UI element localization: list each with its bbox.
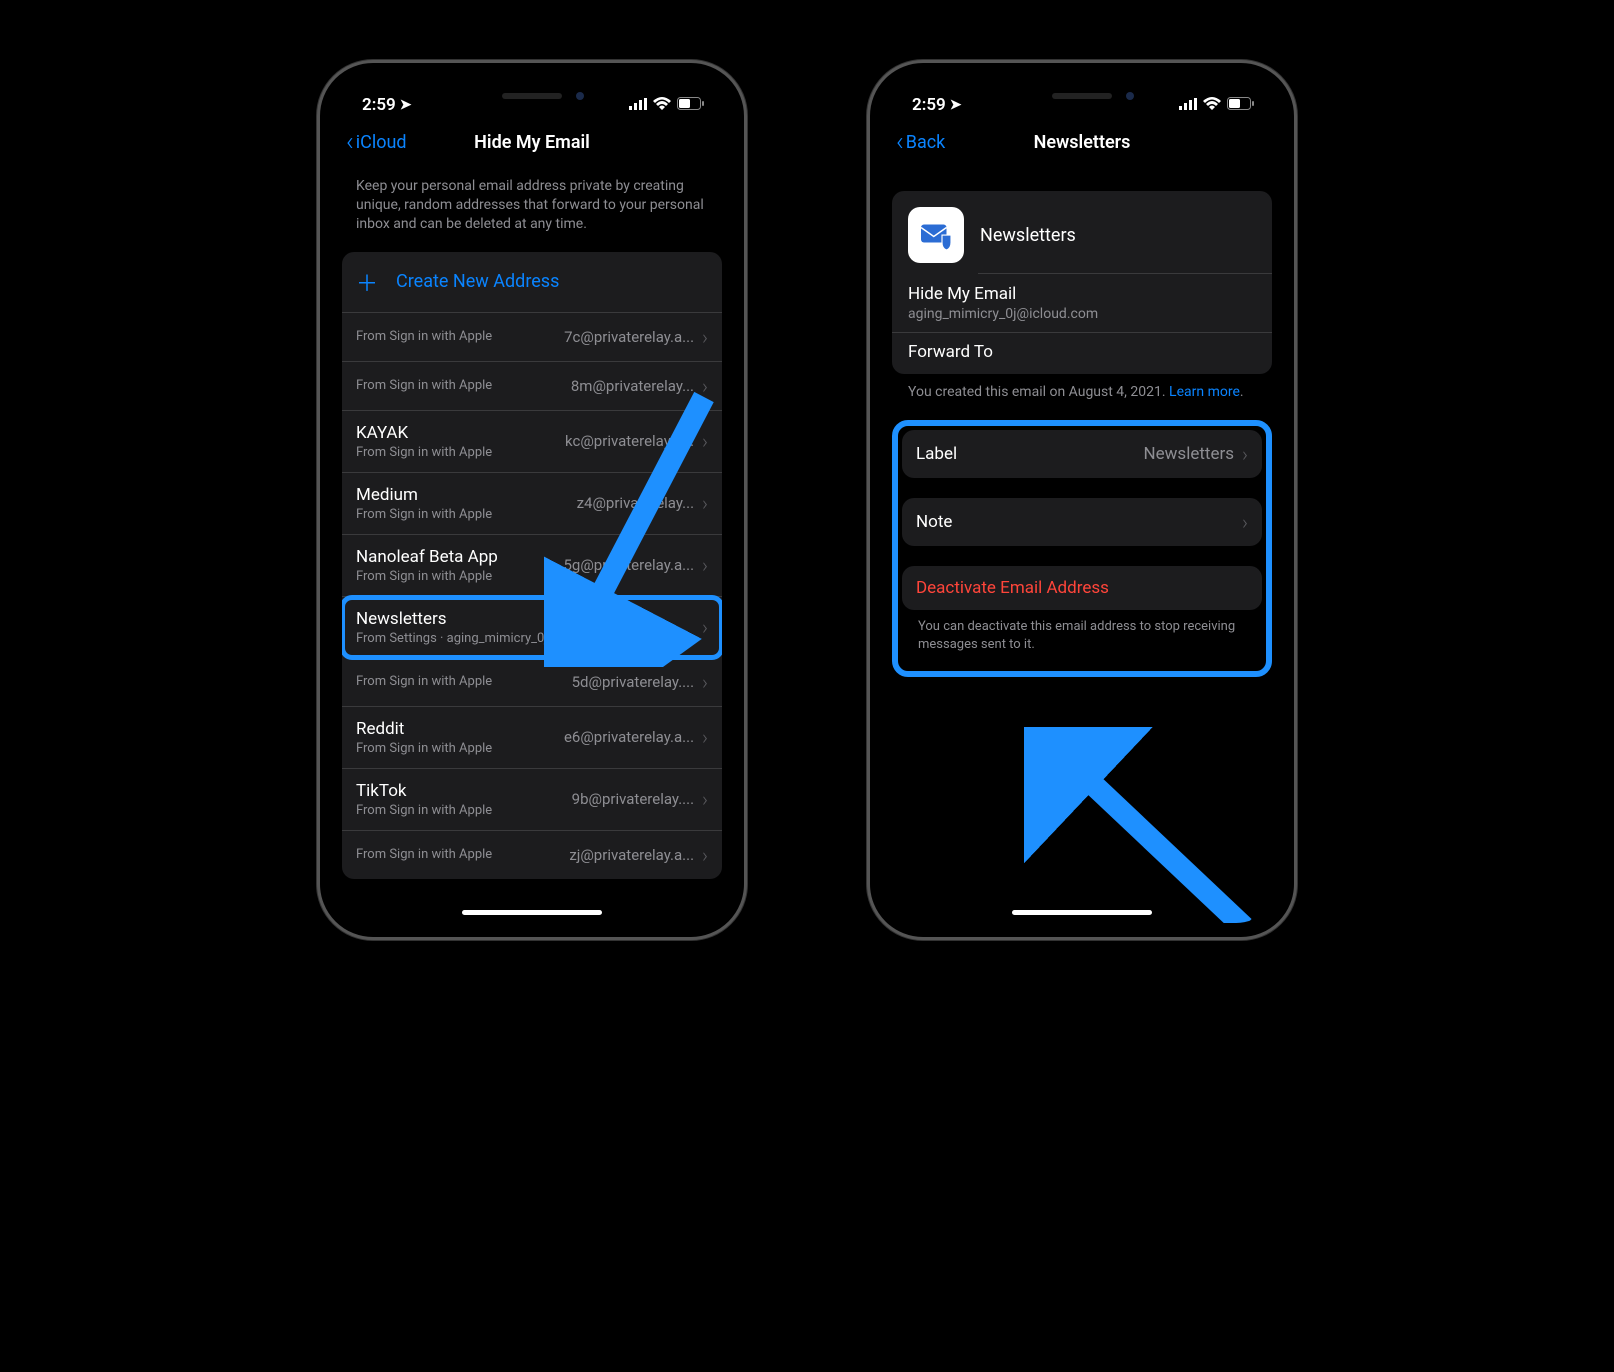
chevron-right-icon: › [702, 325, 708, 349]
plus-icon: ＋ [356, 266, 378, 298]
back-button[interactable]: ‹ Back [896, 129, 945, 155]
deactivate-description: You can deactivate this email address to… [902, 610, 1262, 667]
description-text: Keep your personal email address private… [342, 171, 722, 252]
header-row: Newsletters [892, 191, 1272, 273]
chevron-left-icon: ‹ [346, 129, 354, 155]
chevron-right-icon: › [1242, 510, 1248, 534]
location-icon: ➤ [950, 97, 962, 113]
annotation-arrow [544, 377, 724, 667]
address-row[interactable]: From Sign in with Apple zj@privaterelay.… [342, 831, 722, 879]
wifi-icon [653, 95, 671, 115]
cellular-icon [629, 95, 647, 115]
camera-dot [1126, 92, 1134, 100]
battery-icon [1227, 95, 1254, 115]
forward-to-row[interactable]: Forward To [892, 332, 1272, 374]
page-title: Hide My Email [474, 132, 590, 153]
address-row-tiktok[interactable]: TikTok From Sign in with Apple 9b@privat… [342, 769, 722, 831]
note-group: Note › [902, 498, 1262, 546]
chevron-right-icon: › [702, 725, 708, 749]
wifi-icon [1203, 95, 1221, 115]
status-bar: 2:59 ➤ [884, 77, 1280, 121]
status-time: 2:59 [912, 95, 946, 115]
chevron-right-icon: › [1242, 442, 1248, 466]
create-new-address-button[interactable]: ＋ Create New Address [342, 252, 722, 313]
note-row[interactable]: Note › [902, 498, 1262, 546]
home-indicator[interactable] [462, 910, 602, 915]
chevron-left-icon: ‹ [896, 129, 904, 155]
location-icon: ➤ [400, 97, 412, 113]
label-row[interactable]: Label Newsletters › [902, 430, 1262, 478]
address-row-reddit[interactable]: Reddit From Sign in with Apple e6@privat… [342, 707, 722, 769]
phone-left: 2:59 ➤ ‹ iCloud Hide My Email [317, 60, 747, 940]
page-title: Newsletters [1034, 132, 1131, 153]
annotation-arrow [1024, 727, 1264, 923]
status-bar: 2:59 ➤ [334, 77, 730, 121]
nav-bar: ‹ iCloud Hide My Email [334, 121, 730, 165]
address-row[interactable]: From Sign in with Apple 7c@privaterelay.… [342, 313, 722, 362]
chevron-right-icon: › [702, 843, 708, 867]
highlighted-section: Label Newsletters › Note › Deactivate Em… [892, 420, 1272, 677]
mail-shield-icon [908, 207, 964, 263]
status-time: 2:59 [362, 95, 396, 115]
created-note: You created this email on August 4, 2021… [892, 374, 1272, 400]
learn-more-link[interactable]: Learn more [1169, 384, 1240, 400]
battery-icon [677, 95, 704, 115]
back-button[interactable]: ‹ iCloud [346, 129, 407, 155]
deactivate-group: Deactivate Email Address [902, 566, 1262, 610]
notch [1052, 93, 1112, 99]
screen-left: 2:59 ➤ ‹ iCloud Hide My Email [334, 77, 730, 923]
back-label: Back [906, 132, 946, 153]
cellular-icon [1179, 95, 1197, 115]
alias-name: Newsletters [980, 225, 1076, 246]
label-group: Label Newsletters › [902, 430, 1262, 478]
nav-bar: ‹ Back Newsletters [884, 121, 1280, 165]
back-label: iCloud [356, 132, 407, 153]
info-group: Newsletters Hide My Email aging_mimicry_… [892, 191, 1272, 374]
camera-dot [576, 92, 584, 100]
create-label: Create New Address [396, 271, 559, 292]
screen-right: 2:59 ➤ ‹ Back Newsletters [884, 77, 1280, 923]
hide-my-email-row: Hide My Email aging_mimicry_0j@icloud.co… [892, 274, 1272, 332]
phone-right: 2:59 ➤ ‹ Back Newsletters [867, 60, 1297, 940]
deactivate-button[interactable]: Deactivate Email Address [902, 566, 1262, 610]
notch [502, 93, 562, 99]
chevron-right-icon: › [702, 670, 708, 694]
chevron-right-icon: › [702, 787, 708, 811]
